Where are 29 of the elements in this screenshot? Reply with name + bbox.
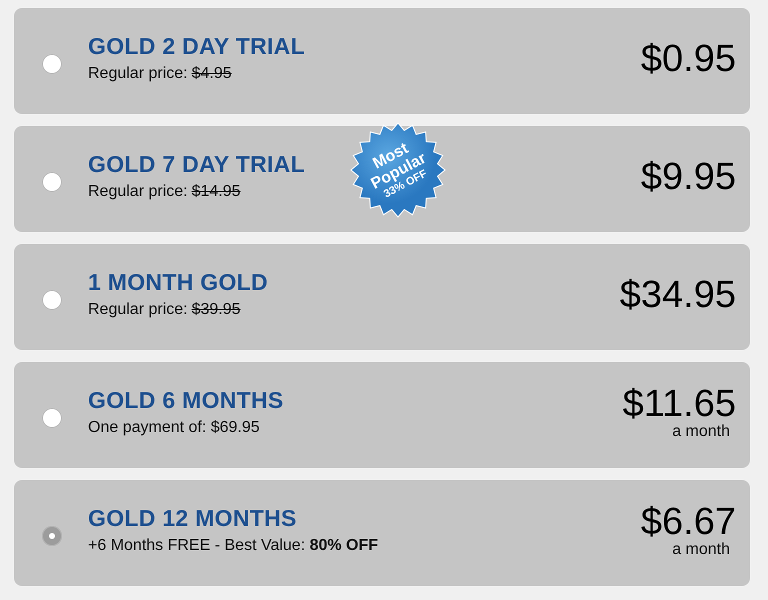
- old-price: $4.95: [192, 65, 232, 83]
- plan-price: $11.65: [622, 385, 736, 423]
- old-price: $14.95: [192, 183, 241, 201]
- plan-title: GOLD 12 MONTHS: [88, 505, 297, 532]
- radio-button[interactable]: [42, 172, 62, 192]
- old-price: $39.95: [192, 301, 241, 319]
- plan-title: 1 MONTH GOLD: [88, 269, 268, 296]
- radio-button[interactable]: [42, 54, 62, 74]
- plan-title: GOLD 2 DAY TRIAL: [88, 33, 305, 60]
- plan-price: $9.95: [640, 158, 736, 196]
- price-period: a month: [672, 541, 730, 559]
- plan-card[interactable]: 1 MONTH GOLD Regular price: $39.95 $34.95: [14, 244, 750, 350]
- radio-button[interactable]: [42, 290, 62, 310]
- price-label: Regular price:: [88, 301, 188, 319]
- price-label: Regular price:: [88, 183, 188, 201]
- price-label: Regular price:: [88, 65, 188, 83]
- plan-price: $0.95: [640, 40, 736, 78]
- plan-note: One payment of: $69.95: [88, 419, 260, 437]
- plan-card[interactable]: GOLD 2 DAY TRIAL Regular price: $4.95 $0.95: [14, 8, 750, 114]
- plan-price: $34.95: [620, 276, 736, 314]
- price-period: a month: [672, 423, 730, 441]
- radio-button[interactable]: [42, 408, 62, 428]
- plan-card[interactable]: GOLD 6 MONTHS One payment of: $69.95 $11.65 a month: [14, 362, 750, 468]
- plan-title: GOLD 7 DAY TRIAL: [88, 151, 305, 178]
- plan-note: +6 Months FREE - Best Value: 80% OFF: [88, 537, 378, 555]
- plan-card[interactable]: GOLD 12 MONTHS +6 Months FREE - Best Value: 80% OFF $6.67 a month: [14, 480, 750, 586]
- plan-title: GOLD 6 MONTHS: [88, 387, 284, 414]
- radio-button[interactable]: [42, 526, 62, 546]
- plan-price: $6.67: [640, 503, 736, 541]
